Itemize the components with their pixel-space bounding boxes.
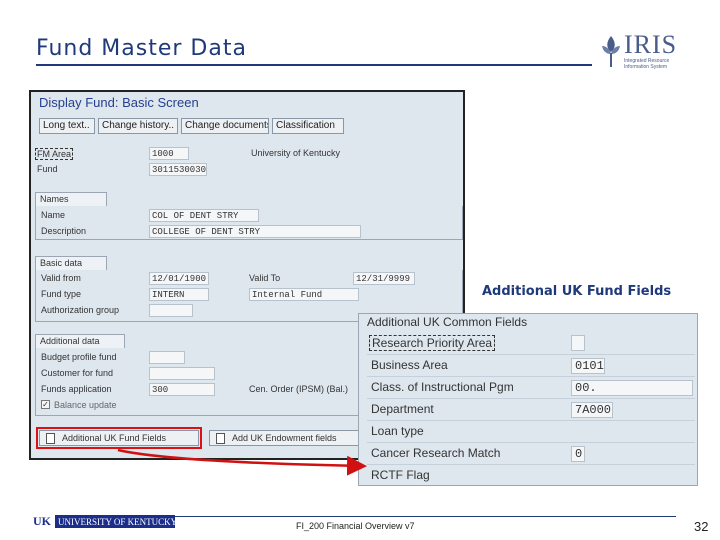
title-underline: [36, 64, 592, 66]
valid-from-label: Valid from: [41, 273, 81, 283]
uk-field-row: RCTF Flag: [367, 464, 695, 485]
fund-type-description: Internal Fund: [249, 288, 359, 301]
loan-type-label: Loan type: [371, 424, 424, 438]
valid-to-label: Valid To: [249, 273, 281, 283]
iris-wordmark: IRIS: [624, 30, 678, 59]
business-area-label: Business Area: [371, 358, 448, 372]
department-label: Department: [371, 402, 434, 416]
uk-field-row: Loan type: [367, 420, 695, 441]
callout-title: Additional UK Fund Fields: [482, 284, 672, 299]
uk-field-row: Research Priority Area: [367, 332, 695, 353]
uk-logo-mark: UK: [29, 515, 55, 528]
fund-type-label: Fund type: [41, 289, 82, 299]
fund-type-field[interactable]: INTERN: [149, 288, 209, 301]
research-priority-area-field[interactable]: [571, 335, 585, 351]
fund-field[interactable]: 3011530030: [149, 163, 207, 176]
slide-title: Fund Master Data: [36, 36, 247, 61]
balance-update-checkbox[interactable]: ✓: [41, 400, 50, 409]
research-priority-area-label: Research Priority Area: [369, 335, 496, 351]
description-field[interactable]: COLLEGE OF DENT STRY: [149, 225, 361, 238]
funds-application-field[interactable]: 300: [149, 383, 215, 396]
authorization-group-field[interactable]: [149, 304, 193, 317]
change-history-button[interactable]: Change history..: [98, 118, 178, 134]
customer-for-fund-field[interactable]: [149, 367, 215, 380]
customer-for-fund-label: Customer for fund: [41, 368, 114, 378]
additional-uk-common-fields-panel: Additional UK Common Fields Research Pri…: [358, 313, 698, 486]
sap-toolbar: Long text.. Change history.. Change docu…: [35, 116, 463, 136]
names-group-header: Names: [35, 192, 107, 206]
funds-application-label: Funds application: [41, 384, 112, 394]
name-field[interactable]: COL OF DENT STRY: [149, 209, 259, 222]
valid-to-field[interactable]: 12/31/9999: [353, 272, 415, 285]
budget-profile-field[interactable]: [149, 351, 185, 364]
fm-area-field[interactable]: 1000: [149, 147, 189, 160]
iris-logo: IRIS Integrated Resource Information Sys…: [598, 30, 678, 70]
sap-screen-title: Display Fund: Basic Screen: [39, 95, 199, 110]
authorization-group-label: Authorization group: [41, 305, 120, 315]
business-area-field[interactable]: 0101: [571, 358, 605, 374]
uk-field-row: Cancer Research Match 0: [367, 442, 695, 463]
class-instructional-pgm-label: Class. of Instructional Pgm: [371, 380, 514, 394]
long-text-button[interactable]: Long text..: [39, 118, 95, 134]
center-order-label: Cen. Order (IPSM) (Bal.): [249, 384, 349, 394]
page-number: 32: [694, 519, 709, 534]
university-of-kentucky-logo: UK UNIVERSITY OF KENTUCKY: [29, 515, 175, 528]
uk-field-row: Department 7A000: [367, 398, 695, 419]
balance-update-label: Balance update: [54, 400, 117, 410]
additional-data-group-header: Additional data: [35, 334, 125, 348]
uk-field-row: Business Area 0101: [367, 354, 695, 375]
rctf-flag-label: RCTF Flag: [371, 468, 430, 482]
document-icon: [216, 433, 225, 444]
add-uk-endowment-fields-button[interactable]: Add UK Endowment fields: [209, 430, 377, 446]
cancer-research-match-label: Cancer Research Match: [371, 446, 501, 460]
iris-subtitle: Integrated Resource Information System: [624, 58, 670, 70]
fund-label: Fund: [37, 164, 58, 174]
cancer-research-match-field[interactable]: 0: [571, 446, 585, 462]
fm-area-description: University of Kentucky: [251, 148, 341, 158]
fm-area-label: FM Area: [35, 148, 74, 160]
basic-data-group-header: Basic data: [35, 256, 107, 270]
iris-flower-icon: [602, 36, 620, 67]
uk-field-row: Class. of Instructional Pgm 00.: [367, 376, 695, 397]
description-label: Description: [41, 226, 87, 236]
change-documents-button[interactable]: Change documents: [181, 118, 269, 134]
department-field[interactable]: 7A000: [571, 402, 613, 418]
budget-profile-label: Budget profile fund: [41, 352, 117, 362]
class-instructional-pgm-field[interactable]: 00.: [571, 380, 693, 396]
highlight-box: [36, 427, 202, 449]
uk-logo-text: UNIVERSITY OF KENTUCKY: [58, 517, 175, 527]
footer-text: FI_200 Financial Overview v7: [296, 521, 415, 531]
valid-from-field[interactable]: 12/01/1900: [149, 272, 209, 285]
add-uk-endowment-fields-label: Add UK Endowment fields: [232, 433, 337, 443]
uk-panel-header: Additional UK Common Fields: [367, 315, 528, 329]
classification-button[interactable]: Classification: [272, 118, 344, 134]
name-label: Name: [41, 210, 66, 220]
